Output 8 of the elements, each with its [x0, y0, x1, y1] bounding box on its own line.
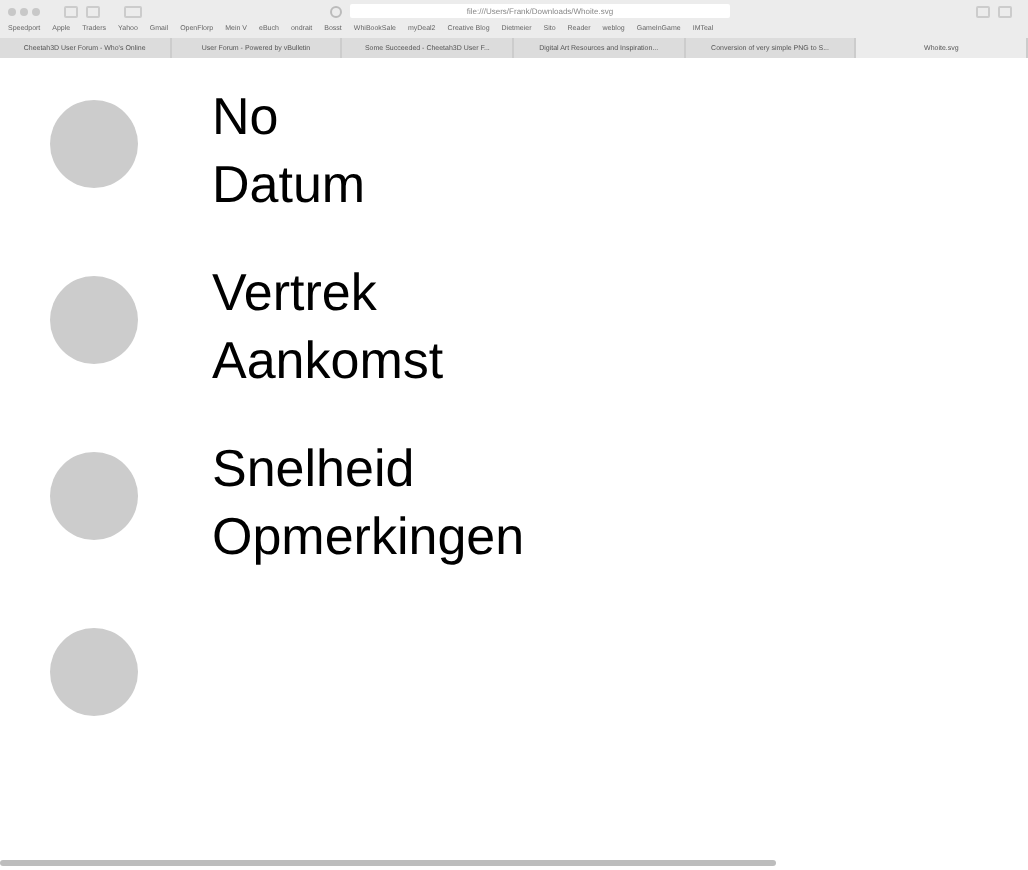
- field-label: Aankomst: [212, 330, 444, 390]
- field-label: Opmerkingen: [212, 506, 525, 566]
- field-label: No: [212, 86, 281, 146]
- field-label: Vertrek: [212, 262, 379, 322]
- field-label: Snelheid: [212, 438, 417, 498]
- window-controls-icon[interactable]: [8, 7, 40, 15]
- field-label: Datum: [212, 154, 366, 214]
- shield-icon[interactable]: [330, 5, 342, 17]
